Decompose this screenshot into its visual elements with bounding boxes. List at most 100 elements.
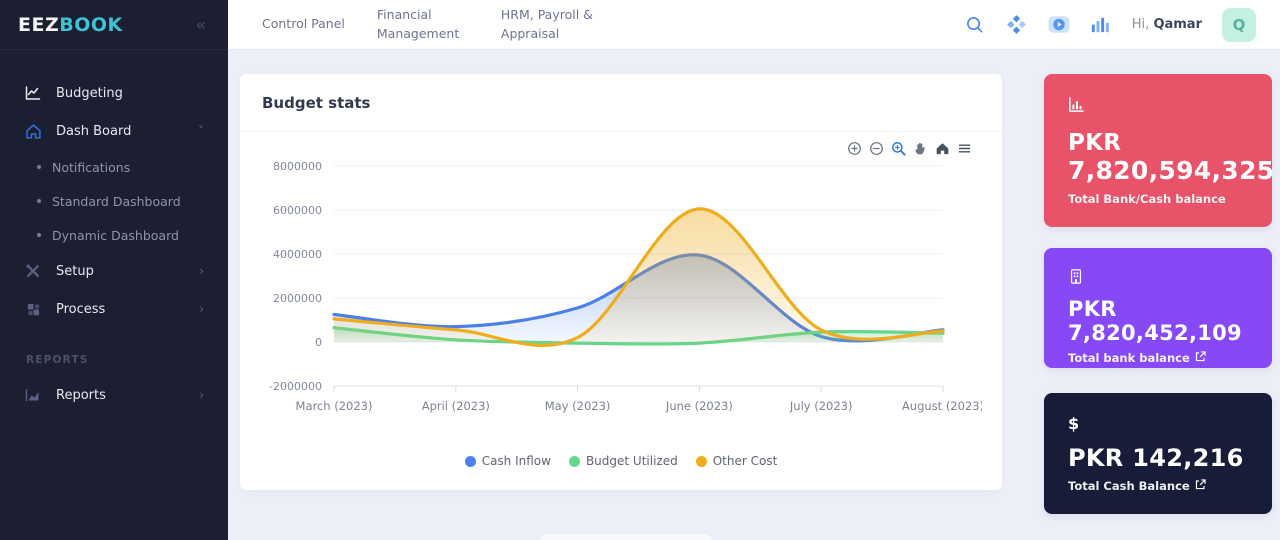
bar-chart-icon bbox=[1068, 94, 1248, 114]
chevron-right-icon: › bbox=[199, 264, 204, 278]
svg-text:July (2023): July (2023) bbox=[789, 399, 853, 413]
budget-stats-card: Budget stats bbox=[240, 74, 1002, 490]
sidebar-subitem-standard-dashboard[interactable]: Standard Dashboard bbox=[0, 184, 228, 218]
sidebar-item-budgeting[interactable]: Budgeting bbox=[0, 74, 228, 112]
video-tutorial-icon[interactable] bbox=[1048, 14, 1070, 36]
dollar-icon: $ bbox=[1068, 413, 1248, 433]
sidebar-subitem-label: Notifications bbox=[52, 160, 130, 175]
stat-label: Total Cash Balance bbox=[1068, 479, 1248, 493]
nav-link-control-panel[interactable]: Control Panel bbox=[262, 15, 345, 33]
home-reset-icon[interactable] bbox=[934, 140, 950, 156]
sidebar-item-process[interactable]: Process › bbox=[0, 290, 228, 328]
sidebar-item-setup[interactable]: Setup › bbox=[0, 252, 228, 290]
legend-dot bbox=[569, 456, 580, 467]
bullet-icon bbox=[37, 199, 41, 203]
sidebar-item-label: Budgeting bbox=[56, 86, 123, 101]
apps-diamond-icon[interactable] bbox=[1006, 14, 1028, 36]
user-greeting: Hi, Qamar bbox=[1132, 17, 1202, 32]
next-card-peek bbox=[540, 534, 712, 540]
svg-text:August (2023): August (2023) bbox=[902, 399, 982, 413]
svg-text:6000000: 6000000 bbox=[273, 204, 322, 217]
username: Qamar bbox=[1153, 17, 1202, 32]
sidebar-item-reports[interactable]: Reports › bbox=[0, 376, 228, 414]
legend-item[interactable]: Budget Utilized bbox=[569, 454, 678, 468]
selection-zoom-icon[interactable] bbox=[890, 140, 906, 156]
svg-text:0: 0 bbox=[315, 336, 322, 349]
topnav-right: Hi, Qamar Q bbox=[964, 8, 1256, 42]
logo-accent: BOOK bbox=[59, 14, 123, 36]
stat-label: Total Bank/Cash balance bbox=[1068, 192, 1248, 206]
stats-bars-icon[interactable] bbox=[1090, 14, 1112, 36]
bullet-icon bbox=[37, 165, 41, 169]
stat-card-cash-balance[interactable]: $ PKR 142,216 Total Cash Balance bbox=[1044, 393, 1272, 514]
sidebar-item-label: Dash Board bbox=[56, 124, 131, 139]
external-link-icon[interactable] bbox=[1195, 351, 1206, 365]
legend-dot bbox=[465, 456, 476, 467]
topnav-links: Control Panel Financial Management HRM, … bbox=[262, 6, 599, 42]
chart-area: 8000000 6000000 4000000 2000000 0 -2000000 Mar… bbox=[240, 132, 1002, 490]
legend-label: Cash Inflow bbox=[482, 454, 551, 468]
bullet-icon bbox=[37, 233, 41, 237]
logo-primary: EEZ bbox=[18, 14, 59, 36]
svg-text:March (2023): March (2023) bbox=[296, 399, 373, 413]
tools-icon bbox=[24, 262, 42, 280]
sidebar-subitem-notifications[interactable]: Notifications bbox=[0, 150, 228, 184]
nav-link-financial-management[interactable]: Financial Management bbox=[377, 6, 469, 42]
screen: EEZBOOK « Budgeting Dash Board ˅ Notific… bbox=[0, 0, 1280, 540]
sidebar-item-label: Reports bbox=[56, 388, 106, 403]
process-grid-icon bbox=[24, 300, 42, 318]
sidebar-item-label: Setup bbox=[56, 264, 94, 279]
home-icon bbox=[24, 122, 42, 140]
zoom-in-icon[interactable] bbox=[846, 140, 862, 156]
zoom-out-icon[interactable] bbox=[868, 140, 884, 156]
legend-dot bbox=[696, 456, 707, 467]
avatar[interactable]: Q bbox=[1222, 8, 1256, 42]
stat-card-bank-balance[interactable]: PKR 7,820,452,109 Total bank balance bbox=[1044, 248, 1272, 368]
stat-label-text: Total bank balance bbox=[1068, 351, 1190, 365]
sidebar: EEZBOOK « Budgeting Dash Board ˅ Notific… bbox=[0, 0, 228, 540]
stat-amount: PKR 7,820,452,109 bbox=[1068, 297, 1248, 345]
nav-link-hrm-payroll[interactable]: HRM, Payroll & Appraisal bbox=[501, 6, 599, 42]
svg-text:2000000: 2000000 bbox=[273, 292, 322, 305]
sidebar-section-reports: REPORTS bbox=[26, 354, 228, 366]
chevron-right-icon: › bbox=[199, 388, 204, 402]
pan-hand-icon[interactable] bbox=[912, 140, 928, 156]
legend-label: Budget Utilized bbox=[586, 454, 678, 468]
chart-legend: Cash Inflow Budget Utilized Other Cost bbox=[240, 454, 1002, 468]
svg-text:8000000: 8000000 bbox=[273, 160, 322, 173]
external-link-icon[interactable] bbox=[1195, 479, 1206, 493]
sidebar-subitem-label: Dynamic Dashboard bbox=[52, 228, 179, 243]
legend-item[interactable]: Cash Inflow bbox=[465, 454, 551, 468]
area-chart-icon bbox=[24, 386, 42, 404]
stat-amount: 7,820,594,325 bbox=[1068, 156, 1248, 186]
svg-text:June (2023): June (2023) bbox=[665, 399, 733, 413]
stat-card-bank-cash[interactable]: PKR 7,820,594,325 Total Bank/Cash balanc… bbox=[1044, 74, 1272, 227]
budget-chart[interactable]: 8000000 6000000 4000000 2000000 0 -2000000 Mar… bbox=[242, 144, 982, 440]
legend-item[interactable]: Other Cost bbox=[696, 454, 778, 468]
stat-label-text: Total Cash Balance bbox=[1068, 479, 1190, 493]
sidebar-subitem-label: Standard Dashboard bbox=[52, 194, 181, 209]
svg-text:-2000000: -2000000 bbox=[269, 380, 322, 393]
stat-label-text: Total Bank/Cash balance bbox=[1068, 192, 1226, 206]
budget-card-header: Budget stats bbox=[240, 74, 1002, 132]
search-icon[interactable] bbox=[964, 14, 986, 36]
sidebar-item-dashboard[interactable]: Dash Board ˅ bbox=[0, 112, 228, 150]
sidebar-item-label: Process bbox=[56, 302, 105, 317]
menu-icon[interactable] bbox=[956, 140, 972, 156]
sidebar-subitem-dynamic-dashboard[interactable]: Dynamic Dashboard bbox=[0, 218, 228, 252]
logo-row: EEZBOOK « bbox=[0, 0, 228, 50]
chart-line-icon bbox=[24, 84, 42, 102]
app-logo: EEZBOOK bbox=[18, 14, 123, 36]
chart-toolbar bbox=[846, 140, 972, 156]
budget-card-title: Budget stats bbox=[262, 94, 370, 112]
bank-building-icon bbox=[1068, 268, 1248, 285]
legend-label: Other Cost bbox=[713, 454, 778, 468]
chevron-down-icon: ˅ bbox=[198, 124, 204, 138]
stat-currency: PKR bbox=[1068, 130, 1248, 156]
chevron-right-icon: › bbox=[199, 302, 204, 316]
sidebar-collapse-icon[interactable]: « bbox=[196, 15, 206, 34]
stat-amount: PKR 142,216 bbox=[1068, 445, 1248, 473]
svg-text:4000000: 4000000 bbox=[273, 248, 322, 261]
stat-label: Total bank balance bbox=[1068, 351, 1248, 365]
svg-text:May (2023): May (2023) bbox=[545, 399, 611, 413]
